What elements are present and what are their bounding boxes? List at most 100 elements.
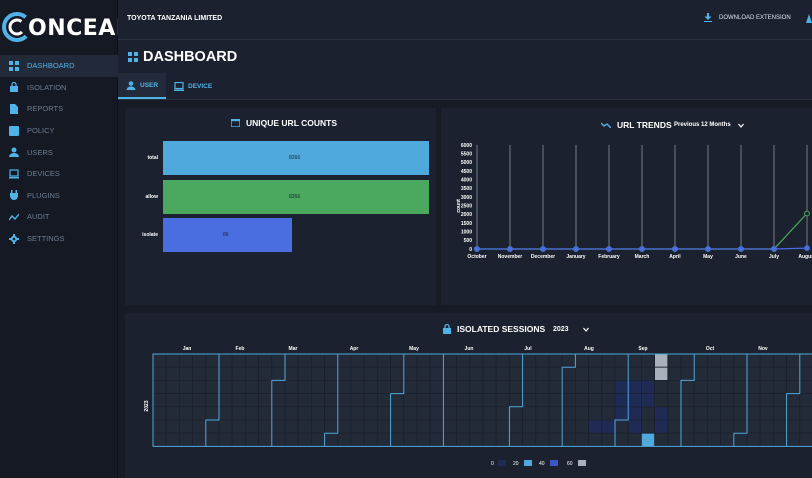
series-point[interactable] xyxy=(540,246,546,252)
heatmap-cell[interactable] xyxy=(416,380,431,395)
heatmap-cell[interactable] xyxy=(799,419,812,434)
heatmap-cell[interactable] xyxy=(258,406,273,421)
series-point[interactable] xyxy=(507,246,513,252)
heatmap-cell[interactable] xyxy=(231,393,246,408)
heatmap-cell[interactable] xyxy=(641,406,656,421)
heatmap-cell[interactable] xyxy=(231,353,246,368)
heatmap-cell[interactable] xyxy=(786,419,801,434)
heatmap-cell[interactable] xyxy=(376,419,391,434)
heatmap-cell[interactable] xyxy=(403,380,418,395)
heatmap-cell[interactable] xyxy=(297,393,312,408)
heatmap-cell[interactable] xyxy=(324,406,339,421)
heatmap-cell[interactable] xyxy=(508,366,523,381)
heatmap-cell[interactable] xyxy=(245,380,260,395)
heatmap-cell[interactable] xyxy=(601,353,616,368)
heatmap-cell[interactable] xyxy=(205,419,220,434)
heatmap-cell[interactable] xyxy=(508,393,523,408)
heatmap-cell[interactable] xyxy=(548,432,563,447)
heatmap-cell-active[interactable] xyxy=(654,366,669,381)
heatmap-cell[interactable] xyxy=(667,432,682,447)
heatmap-cell[interactable] xyxy=(601,393,616,408)
heatmap-cell[interactable] xyxy=(363,380,378,395)
heatmap-cell[interactable] xyxy=(588,353,603,368)
heatmap-cell[interactable] xyxy=(337,432,352,447)
heatmap-cell[interactable] xyxy=(456,432,471,447)
heatmap-cell[interactable] xyxy=(258,419,273,434)
heatmap-cell[interactable] xyxy=(376,393,391,408)
heatmap-cell[interactable] xyxy=(456,353,471,368)
heatmap-cell[interactable] xyxy=(350,353,365,368)
heatmap-cell[interactable] xyxy=(179,393,194,408)
heatmap-cell[interactable] xyxy=(297,380,312,395)
heatmap-cell[interactable] xyxy=(522,432,537,447)
heatmap-cell[interactable] xyxy=(429,432,444,447)
heatmap-cell[interactable] xyxy=(522,419,537,434)
heatmap-cell[interactable] xyxy=(720,380,735,395)
heatmap-cell[interactable] xyxy=(588,366,603,381)
heatmap-cell[interactable] xyxy=(152,380,167,395)
heatmap-cell[interactable] xyxy=(561,380,576,395)
heatmap-cell[interactable] xyxy=(693,353,708,368)
heatmap-cell[interactable] xyxy=(786,366,801,381)
heatmap-cell[interactable] xyxy=(403,419,418,434)
heatmap-cell[interactable] xyxy=(165,393,180,408)
heatmap-cell-active[interactable] xyxy=(614,393,629,408)
heatmap-cell[interactable] xyxy=(641,353,656,368)
heatmap-cell[interactable] xyxy=(733,419,748,434)
heatmap-cell[interactable] xyxy=(733,353,748,368)
heatmap-cell[interactable] xyxy=(548,393,563,408)
sidebar-item-devices[interactable]: DEVICES xyxy=(0,163,118,185)
heatmap-cell[interactable] xyxy=(456,406,471,421)
heatmap-cell[interactable] xyxy=(310,406,325,421)
heatmap-cell[interactable] xyxy=(416,432,431,447)
heatmap-cell[interactable] xyxy=(363,393,378,408)
heatmap-cell[interactable] xyxy=(390,353,405,368)
heatmap-cell[interactable] xyxy=(799,406,812,421)
heatmap-cell[interactable] xyxy=(707,366,722,381)
heatmap-cell[interactable] xyxy=(535,432,550,447)
heatmap-cell[interactable] xyxy=(469,393,484,408)
heatmap-cell[interactable] xyxy=(733,393,748,408)
heatmap-cell[interactable] xyxy=(548,419,563,434)
heatmap-cell[interactable] xyxy=(693,406,708,421)
heatmap-cell-active[interactable] xyxy=(601,419,616,434)
heatmap-cell[interactable] xyxy=(614,366,629,381)
heatmap-cell[interactable] xyxy=(535,366,550,381)
heatmap-cell[interactable] xyxy=(733,366,748,381)
heatmap-cell[interactable] xyxy=(310,419,325,434)
sidebar-item-audit[interactable]: AUDIT xyxy=(0,206,118,228)
heatmap-cell[interactable] xyxy=(773,432,788,447)
heatmap-cell[interactable] xyxy=(350,366,365,381)
heatmap-cell[interactable] xyxy=(390,393,405,408)
heatmap-cell[interactable] xyxy=(759,432,774,447)
heatmap-cell[interactable] xyxy=(310,432,325,447)
heatmap-cell[interactable] xyxy=(773,366,788,381)
heatmap-cell[interactable] xyxy=(720,406,735,421)
heatmap-cell[interactable] xyxy=(746,380,761,395)
heatmap-cell[interactable] xyxy=(614,353,629,368)
heatmap-cell[interactable] xyxy=(271,419,286,434)
heatmap-cell[interactable] xyxy=(535,380,550,395)
heatmap-cell[interactable] xyxy=(522,366,537,381)
heatmap-cell[interactable] xyxy=(363,432,378,447)
heatmap-cell[interactable] xyxy=(707,353,722,368)
heatmap-cell[interactable] xyxy=(258,380,273,395)
heatmap-cell[interactable] xyxy=(429,419,444,434)
heatmap-cell[interactable] xyxy=(693,380,708,395)
heatmap-cell[interactable] xyxy=(284,353,299,368)
heatmap-cell[interactable] xyxy=(192,432,207,447)
heatmap-cell[interactable] xyxy=(245,393,260,408)
heatmap-cell[interactable] xyxy=(152,419,167,434)
heatmap-cell[interactable] xyxy=(667,366,682,381)
heatmap-cell[interactable] xyxy=(442,432,457,447)
heatmap-cell[interactable] xyxy=(324,380,339,395)
heatmap-cell[interactable] xyxy=(337,353,352,368)
series-point[interactable] xyxy=(672,246,678,252)
heatmap-cell[interactable] xyxy=(442,353,457,368)
heatmap-cell[interactable] xyxy=(231,366,246,381)
series-point[interactable] xyxy=(639,246,645,252)
heatmap-cell[interactable] xyxy=(667,419,682,434)
heatmap-cell[interactable] xyxy=(469,366,484,381)
heatmap-cell[interactable] xyxy=(720,353,735,368)
sidebar-item-isolation[interactable]: ISOLATION xyxy=(0,77,118,99)
